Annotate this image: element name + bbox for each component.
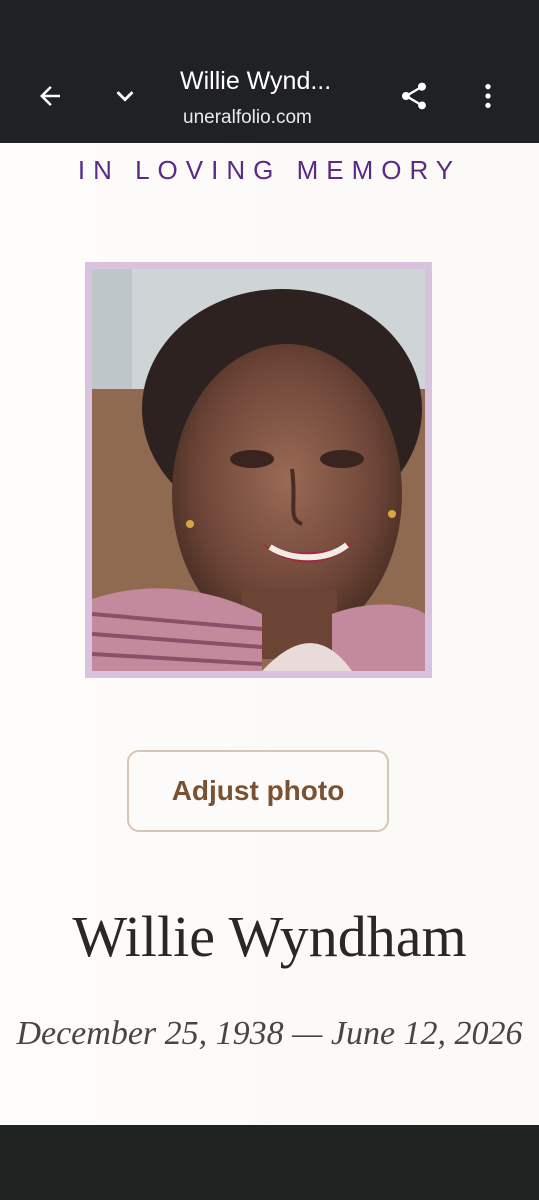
bottom-bar <box>0 1125 539 1200</box>
tab-title[interactable]: Willie Wynd... <box>180 67 380 96</box>
arrow-left-icon <box>40 86 60 106</box>
deceased-name: Willie Wyndham <box>72 904 467 969</box>
memorial-page: IN LOVING MEMORY Adjust photo Willie Wyn… <box>0 143 539 1125</box>
photo-frame <box>85 262 432 678</box>
browser-toolbar: Willie Wynd... uneralfolio.com <box>0 50 539 143</box>
more-vert-icon <box>485 84 491 108</box>
memory-heading: IN LOVING MEMORY <box>77 155 462 185</box>
share-icon <box>402 82 426 110</box>
url-text[interactable]: uneralfolio.com <box>183 107 383 129</box>
status-bar <box>0 0 539 50</box>
collapse-button[interactable] <box>105 76 145 116</box>
more-options-button[interactable] <box>468 76 508 116</box>
portrait-photo <box>92 269 425 671</box>
back-button[interactable] <box>30 76 70 116</box>
adjust-photo-button[interactable]: Adjust photo <box>127 750 389 832</box>
life-dates: December 25, 1938 — June 12, 2026 <box>16 1015 523 1052</box>
chevron-down-icon <box>116 91 134 102</box>
share-button[interactable] <box>394 76 434 116</box>
portrait-illustration <box>92 269 425 671</box>
